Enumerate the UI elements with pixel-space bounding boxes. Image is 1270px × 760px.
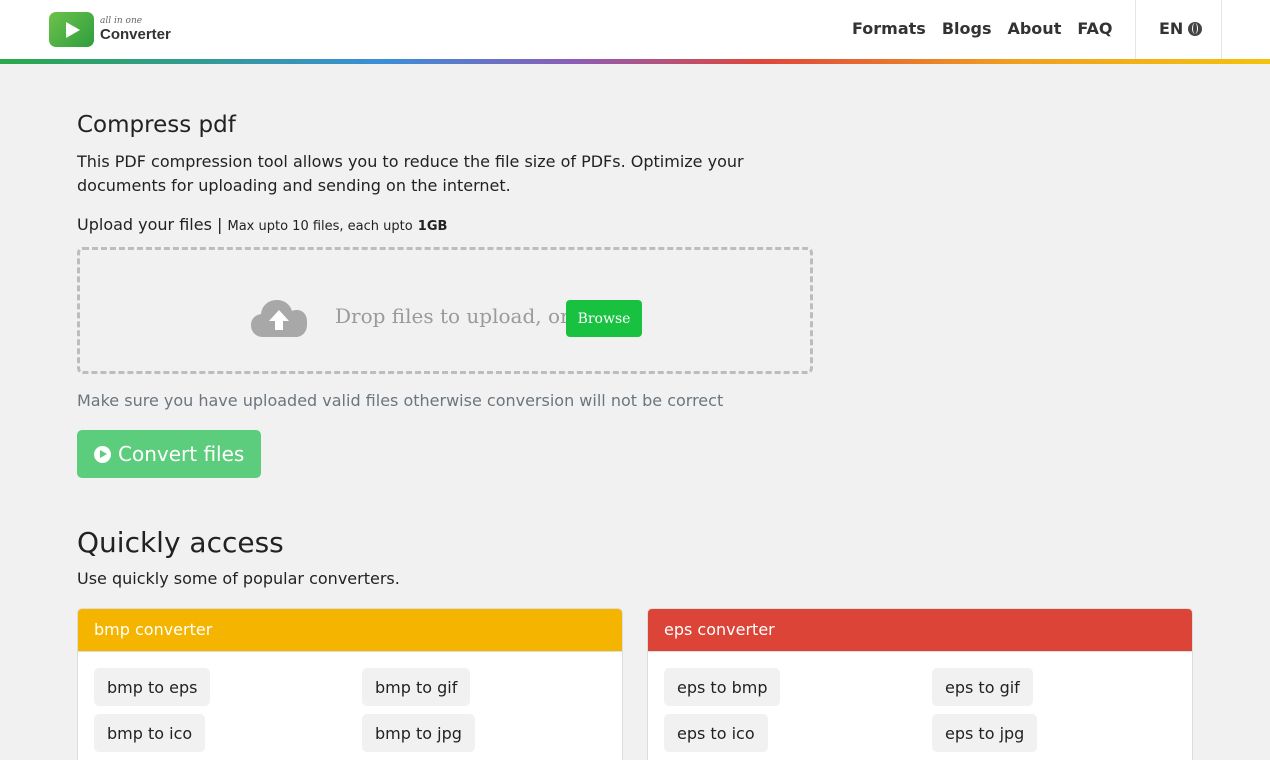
- nav-divider: [1135, 0, 1136, 59]
- nav-formats[interactable]: Formats: [852, 19, 926, 38]
- upload-label: Upload your files | Max upto 10 files, e…: [77, 215, 447, 234]
- card-header: eps converter: [648, 609, 1192, 651]
- nav-about[interactable]: About: [1007, 19, 1061, 38]
- cloud-upload-icon: [251, 300, 307, 337]
- nav-divider-right: [1221, 0, 1222, 59]
- link-eps-to-gif[interactable]: eps to gif: [932, 668, 1033, 706]
- upload-limit-text: Max upto 10 files, each upto: [227, 219, 413, 234]
- site-logo[interactable]: all in one Converter: [49, 12, 171, 47]
- page-title: Compress pdf: [77, 112, 236, 138]
- page-description: This PDF compression tool allows you to …: [77, 152, 744, 195]
- file-dropzone[interactable]: Drop files to upload, or Browse: [77, 247, 813, 374]
- card-header: bmp converter: [78, 609, 622, 651]
- link-eps-to-bmp[interactable]: eps to bmp: [664, 668, 781, 706]
- play-logo-icon: [49, 12, 94, 47]
- link-eps-to-jpg[interactable]: eps to jpg: [932, 714, 1038, 752]
- quick-access-subtitle: Use quickly some of popular converters.: [77, 569, 400, 588]
- drop-instructions: Drop files to upload, or: [335, 304, 570, 328]
- nav-blogs[interactable]: Blogs: [942, 19, 992, 38]
- logo-name: Converter: [100, 26, 171, 43]
- link-bmp-to-ico[interactable]: bmp to ico: [94, 714, 206, 752]
- language-code: EN: [1159, 19, 1184, 38]
- quick-access-title: Quickly access: [77, 526, 284, 559]
- browse-button[interactable]: Browse: [566, 300, 642, 337]
- link-bmp-to-eps[interactable]: bmp to eps: [94, 668, 211, 706]
- convert-files-label: Convert files: [118, 442, 245, 466]
- bmp-converter-card: bmp converter bmp to eps bmp to gif bmp …: [77, 608, 623, 760]
- eps-converter-card: eps converter eps to bmp eps to gif eps …: [647, 608, 1193, 760]
- validity-warning: Make sure you have uploaded valid files …: [77, 391, 724, 410]
- nav-links: Formats Blogs About FAQ: [852, 19, 1128, 38]
- upload-size-limit: 1GB: [417, 219, 448, 234]
- link-bmp-to-jpg[interactable]: bmp to jpg: [362, 714, 475, 752]
- card-body: eps to bmp eps to gif eps to ico eps to …: [648, 651, 1192, 752]
- link-bmp-to-gif[interactable]: bmp to gif: [362, 668, 471, 706]
- card-body: bmp to eps bmp to gif bmp to ico bmp to …: [78, 651, 622, 752]
- convert-files-button[interactable]: Convert files: [77, 430, 261, 478]
- globe-icon: [1188, 21, 1203, 36]
- link-eps-to-ico[interactable]: eps to ico: [664, 714, 768, 752]
- arrow-circle-right-icon: [94, 445, 111, 463]
- language-selector[interactable]: EN: [1159, 19, 1203, 38]
- nav-faq[interactable]: FAQ: [1077, 19, 1112, 38]
- top-navbar: all in one Converter Formats Blogs About…: [0, 0, 1270, 60]
- logo-tagline: all in one: [100, 16, 143, 26]
- header-accent-bar: [0, 59, 1270, 64]
- upload-label-text: Upload your files |: [77, 215, 223, 234]
